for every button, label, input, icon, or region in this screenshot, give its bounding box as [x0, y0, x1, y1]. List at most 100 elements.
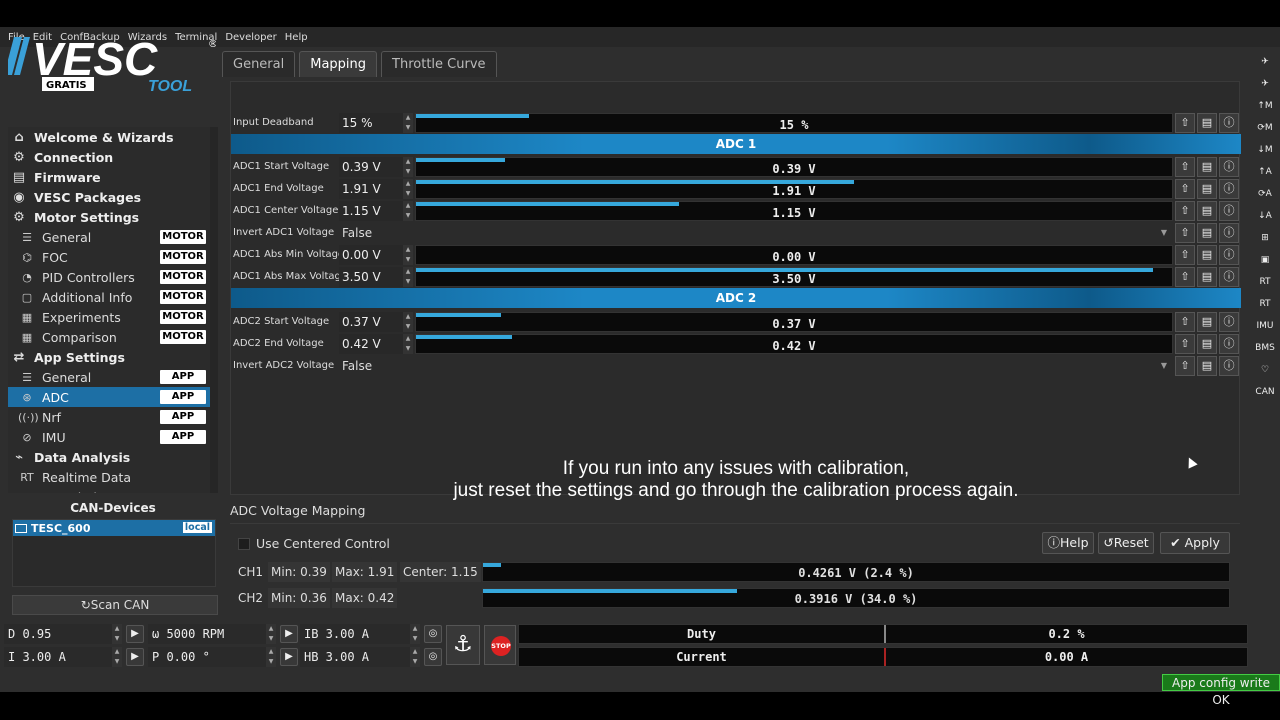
copy-icon[interactable]: ▤: [1197, 245, 1217, 265]
tab-general[interactable]: General: [222, 51, 296, 77]
reset-button[interactable]: ↺Reset: [1098, 532, 1154, 554]
hb-spinner[interactable]: ▲ ▼: [410, 647, 420, 667]
param-value-field[interactable]: 0.42 V: [339, 334, 403, 354]
param-spinner[interactable]: ▲ ▼: [403, 245, 413, 265]
duty-setpoint-field[interactable]: D 0.95: [4, 624, 112, 644]
can-fwd-icon[interactable]: ⊞: [1253, 227, 1277, 249]
help-button[interactable]: ⓘHelp: [1042, 532, 1094, 554]
sidebar-item-adc[interactable]: ⊛ ADC APP: [8, 387, 218, 407]
param-spinner[interactable]: ▲ ▼: [403, 334, 413, 354]
param-value-field[interactable]: 3.50 V: [339, 267, 403, 287]
position-play-button[interactable]: ▶: [280, 648, 298, 666]
param-value-field[interactable]: 15 %: [339, 113, 403, 133]
can-icon[interactable]: CAN: [1253, 381, 1277, 403]
sidebar-item-pid-controllers[interactable]: ◔ PID Controllers MOTOR: [8, 267, 218, 287]
param-combo[interactable]: False ▼: [339, 223, 1173, 243]
upload-icon[interactable]: ⇧: [1175, 334, 1195, 354]
ib-setpoint-field[interactable]: IB 3.00 A: [300, 624, 410, 644]
realtime-app-icon[interactable]: RT: [1253, 293, 1277, 315]
param-spinner[interactable]: ▲ ▼: [403, 201, 413, 221]
scan-can-button[interactable]: ↻Scan CAN: [12, 595, 218, 615]
hb-brake-button[interactable]: ◎: [424, 648, 442, 666]
sidebar-item-realtime-data[interactable]: RT Realtime Data: [8, 467, 218, 487]
sidebar-item-comparison[interactable]: ▦ Comparison MOTOR: [8, 327, 218, 347]
can-device-item[interactable]: TESC_600 local: [13, 520, 215, 536]
sidebar-item-connection[interactable]: ⚙ Connection: [8, 147, 218, 167]
help-icon[interactable]: ⓘ: [1219, 356, 1239, 376]
write-app-config-icon[interactable]: ↓A: [1253, 205, 1277, 227]
connect-icon[interactable]: ✈: [1253, 51, 1277, 73]
current-spinner[interactable]: ▲ ▼: [112, 647, 122, 667]
use-centered-control-checkbox[interactable]: Use Centered Control: [238, 536, 390, 551]
heart-icon[interactable]: ♡: [1253, 359, 1277, 381]
upload-icon[interactable]: ⇧: [1175, 356, 1195, 376]
sidebar-item-general[interactable]: ☰ General APP: [8, 367, 218, 387]
param-value-field[interactable]: 1.91 V: [339, 179, 403, 199]
ib-brake-button[interactable]: ◎: [424, 625, 442, 643]
read-app-config-icon[interactable]: ↑A: [1253, 161, 1277, 183]
upload-icon[interactable]: ⇧: [1175, 312, 1195, 332]
bms-icon[interactable]: BMS: [1253, 337, 1277, 359]
sidebar-item-general[interactable]: ☰ General MOTOR: [8, 227, 218, 247]
realtime-icon[interactable]: RT: [1253, 271, 1277, 293]
param-spinner[interactable]: ▲ ▼: [403, 179, 413, 199]
sidebar-item-welcome-wizards[interactable]: ⌂ Welcome & Wizards: [8, 127, 218, 147]
upload-icon[interactable]: ⇧: [1175, 157, 1195, 177]
param-spinner[interactable]: ▲ ▼: [403, 113, 413, 133]
sidebar-item-foc[interactable]: ⌬ FOC MOTOR: [8, 247, 218, 267]
upload-icon[interactable]: ⇧: [1175, 113, 1195, 133]
sidebar-item-app-settings[interactable]: ⇄ App Settings: [8, 347, 218, 367]
upload-icon[interactable]: ⇧: [1175, 267, 1195, 287]
help-icon[interactable]: ⓘ: [1219, 312, 1239, 332]
copy-icon[interactable]: ▤: [1197, 356, 1217, 376]
param-value-field[interactable]: 0.37 V: [339, 312, 403, 332]
copy-icon[interactable]: ▤: [1197, 201, 1217, 221]
upload-icon[interactable]: ⇧: [1175, 245, 1195, 265]
copy-icon[interactable]: ▤: [1197, 312, 1217, 332]
read-default-app-config-icon[interactable]: ⟳A: [1253, 183, 1277, 205]
sidebar-item-motor-settings[interactable]: ⚙ Motor Settings: [8, 207, 218, 227]
current-play-button[interactable]: ▶: [126, 648, 144, 666]
copy-icon[interactable]: ▤: [1197, 223, 1217, 243]
apply-button[interactable]: ✔ Apply: [1160, 532, 1230, 554]
copy-icon[interactable]: ▤: [1197, 267, 1217, 287]
ib-spinner[interactable]: ▲ ▼: [410, 624, 420, 644]
help-icon[interactable]: ⓘ: [1219, 179, 1239, 199]
param-value-field[interactable]: 0.39 V: [339, 157, 403, 177]
rpm-setpoint-field[interactable]: ω 5000 RPM: [148, 624, 266, 644]
position-spinner[interactable]: ▲ ▼: [266, 647, 276, 667]
sidebar-item-data-analysis[interactable]: ⌁ Data Analysis: [8, 447, 218, 467]
imu-icon[interactable]: IMU: [1253, 315, 1277, 337]
help-icon[interactable]: ⓘ: [1219, 223, 1239, 243]
copy-icon[interactable]: ▤: [1197, 334, 1217, 354]
position-setpoint-field[interactable]: P 0.00 °: [148, 647, 266, 667]
copy-icon[interactable]: ▤: [1197, 179, 1217, 199]
param-value-field[interactable]: 0.00 V: [339, 245, 403, 265]
help-icon[interactable]: ⓘ: [1219, 267, 1239, 287]
sidebar-item-additional-info[interactable]: ▢ Additional Info MOTOR: [8, 287, 218, 307]
sidebar-item-imu[interactable]: ⊘ IMU APP: [8, 427, 218, 447]
duty-spinner[interactable]: ▲ ▼: [112, 624, 122, 644]
rpm-play-button[interactable]: ▶: [280, 625, 298, 643]
help-icon[interactable]: ⓘ: [1219, 245, 1239, 265]
upload-icon[interactable]: ⇧: [1175, 179, 1195, 199]
stop-button[interactable]: STOP: [484, 625, 516, 665]
disconnect-icon[interactable]: ✈: [1253, 73, 1277, 95]
param-spinner[interactable]: ▲ ▼: [403, 312, 413, 332]
read-motor-config-icon[interactable]: ↑M: [1253, 95, 1277, 117]
tab-throttle-curve[interactable]: Throttle Curve: [381, 51, 497, 77]
tab-mapping[interactable]: Mapping: [299, 51, 378, 77]
sidebar-item-firmware[interactable]: ▤ Firmware: [8, 167, 218, 187]
help-icon[interactable]: ⓘ: [1219, 113, 1239, 133]
param-spinner[interactable]: ▲ ▼: [403, 157, 413, 177]
sidebar-item-experiments[interactable]: ▦ Experiments MOTOR: [8, 307, 218, 327]
help-icon[interactable]: ⓘ: [1219, 157, 1239, 177]
param-spinner[interactable]: ▲ ▼: [403, 267, 413, 287]
sidebar-item-vesc-packages[interactable]: ◉ VESC Packages: [8, 187, 218, 207]
copy-icon[interactable]: ▤: [1197, 157, 1217, 177]
param-combo[interactable]: False ▼: [339, 356, 1173, 376]
rpm-spinner[interactable]: ▲ ▼: [266, 624, 276, 644]
upload-icon[interactable]: ⇧: [1175, 223, 1195, 243]
anchor-icon[interactable]: ⚓: [446, 625, 480, 665]
gamepad-icon[interactable]: ▣: [1253, 249, 1277, 271]
